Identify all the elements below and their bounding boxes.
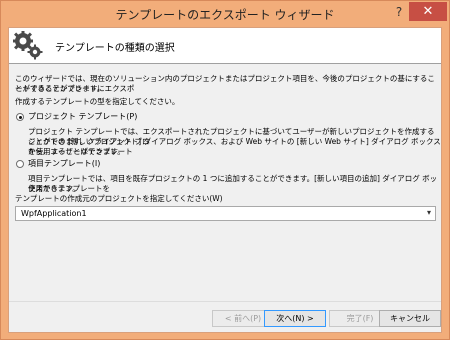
item-template-description-line-2: 使用できます。	[28, 184, 80, 193]
project-template-description-line-3: を使用することができます。	[28, 147, 125, 156]
item-template-label[interactable]: 項目テンプレート(I)	[28, 159, 100, 169]
help-button[interactable]: ?	[393, 5, 405, 19]
footer-divider	[9, 301, 441, 302]
banner-heading: テンプレートの種類の選択	[55, 43, 175, 54]
wizard-banner: テンプレートの種類の選択	[9, 28, 441, 64]
project-select-value: WpfApplication1	[21, 209, 87, 218]
item-template-radio[interactable]	[16, 160, 24, 168]
wizard-client-area: テンプレートの種類の選択 このウィザードでは、現在のソリューション内のプロジェク…	[8, 27, 442, 333]
close-button[interactable]: ✕	[409, 2, 447, 21]
intro-prompt: 作成するテンプレートの型を指定してください。	[15, 97, 180, 106]
title-bar[interactable]: テンプレートのエクスポート ウィザード ? ✕	[1, 1, 449, 27]
gear-icon	[13, 31, 43, 60]
chevron-down-icon[interactable]: ▾	[427, 208, 431, 217]
wizard-window: テンプレートのエクスポート ウィザード ? ✕ テンプレートの種類の選択 このウ…	[0, 0, 450, 340]
window-title: テンプレートのエクスポート ウィザード	[115, 8, 335, 22]
cancel-button[interactable]: キャンセル	[379, 310, 441, 327]
project-select[interactable]: WpfApplication1 ▾	[15, 206, 436, 221]
project-select-label: テンプレートの作成元のプロジェクトを指定してください(W)	[15, 194, 223, 203]
item-template-description-line-1: 項目テンプレートでは、項目を既存プロジェクトの 1 つに追加することができます。…	[28, 174, 438, 193]
project-template-label[interactable]: プロジェクト テンプレート(P)	[28, 112, 137, 122]
next-button[interactable]: 次へ(N) >	[264, 310, 326, 327]
intro-line-2: ートすることができます。	[15, 84, 105, 93]
project-template-radio[interactable]	[16, 113, 24, 121]
